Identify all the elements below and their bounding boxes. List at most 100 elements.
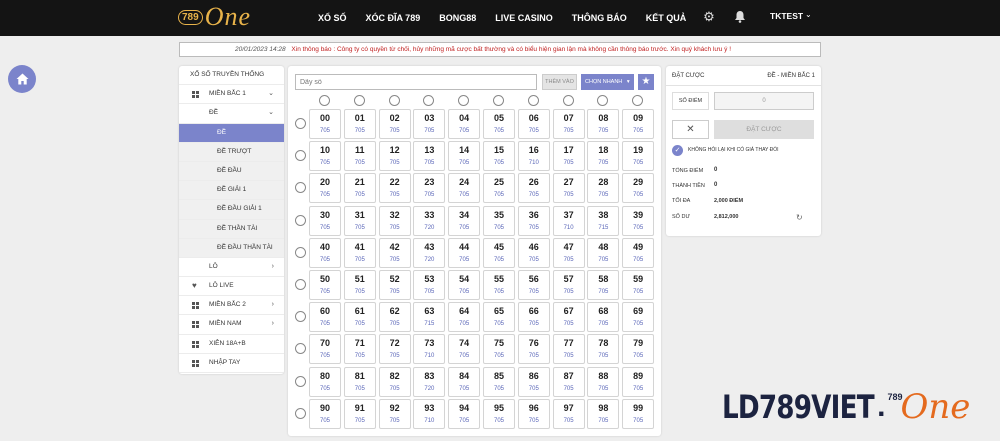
number-cell[interactable]: 80 705: [309, 366, 341, 397]
number-cell[interactable]: 89 705: [622, 366, 655, 397]
column-radio[interactable]: [562, 95, 574, 106]
sidebar-item[interactable]: ĐỀ: [179, 123, 284, 143]
sidebar-item[interactable]: ĐỀ ⌄: [179, 104, 284, 124]
column-radio[interactable]: [527, 95, 539, 106]
sidebar-item[interactable]: MIỀN BẮC 1 ⌄: [179, 85, 284, 105]
number-cell[interactable]: 03 705: [413, 109, 446, 139]
number-cell[interactable]: 31 705: [343, 205, 376, 236]
number-cell[interactable]: 61 705: [343, 302, 376, 333]
number-cell[interactable]: 63 715: [413, 302, 446, 333]
number-cell[interactable]: 94 705: [448, 398, 481, 429]
nav-xo-so[interactable]: XỔ SỐ: [318, 13, 347, 23]
gear-icon[interactable]: ⚙: [702, 10, 716, 24]
number-cell[interactable]: 72 705: [378, 334, 411, 365]
sidebar-item[interactable]: ĐỀ GIẢI 1: [179, 181, 284, 201]
number-cell[interactable]: 53 705: [413, 270, 446, 300]
sidebar-item[interactable]: ĐỀ ĐẦU: [179, 161, 284, 182]
column-radio[interactable]: [353, 95, 365, 106]
number-cell[interactable]: 75 705: [483, 334, 515, 365]
number-cell[interactable]: 27 705: [552, 173, 585, 204]
number-cell[interactable]: 76 705: [517, 334, 550, 365]
number-cell[interactable]: 90 705: [309, 398, 341, 429]
number-cell[interactable]: 91 705: [343, 398, 376, 429]
number-cell[interactable]: 42 705: [378, 237, 411, 268]
number-cell[interactable]: 38 715: [587, 205, 620, 236]
number-cell[interactable]: 82 705: [378, 366, 411, 397]
column-radio[interactable]: [319, 95, 330, 106]
number-cell[interactable]: 21 705: [343, 173, 376, 204]
number-cell[interactable]: 65 705: [483, 302, 515, 333]
quick-select-button[interactable]: CHỌN NHANH ▾: [581, 74, 634, 90]
number-sequence-input[interactable]: [295, 74, 537, 90]
number-cell[interactable]: 11 705: [343, 141, 376, 172]
number-cell[interactable]: 37 710: [552, 205, 585, 236]
number-cell[interactable]: 68 705: [587, 302, 620, 333]
number-cell[interactable]: 29 705: [622, 173, 655, 204]
number-cell[interactable]: 00 705: [309, 109, 341, 139]
number-cell[interactable]: 45 705: [483, 237, 515, 268]
column-radio[interactable]: [632, 95, 644, 106]
number-cell[interactable]: 41 705: [343, 237, 376, 268]
number-cell[interactable]: 81 705: [343, 366, 376, 397]
number-cell[interactable]: 87 705: [552, 366, 585, 397]
number-cell[interactable]: 30 705: [309, 205, 341, 236]
number-cell[interactable]: 32 705: [378, 205, 411, 236]
number-cell[interactable]: 54 705: [448, 270, 481, 300]
number-cell[interactable]: 77 705: [552, 334, 585, 365]
sidebar-item[interactable]: NHẬP TAY: [179, 354, 284, 373]
nav-bong88[interactable]: BONG88: [439, 13, 476, 23]
number-cell[interactable]: 26 705: [517, 173, 550, 204]
row-radio[interactable]: [295, 246, 306, 258]
number-cell[interactable]: 48 705: [587, 237, 620, 268]
number-cell[interactable]: 23 705: [413, 173, 446, 204]
number-cell[interactable]: 18 705: [587, 141, 620, 172]
column-radio[interactable]: [388, 95, 400, 106]
number-cell[interactable]: 86 705: [517, 366, 550, 397]
number-cell[interactable]: 14 705: [448, 141, 481, 172]
number-cell[interactable]: 83 720: [413, 366, 446, 397]
number-cell[interactable]: 85 705: [483, 366, 515, 397]
number-cell[interactable]: 51 705: [343, 270, 376, 300]
column-radio[interactable]: [458, 95, 470, 106]
row-radio[interactable]: [295, 214, 306, 226]
number-cell[interactable]: 05 705: [483, 109, 515, 139]
sidebar-item[interactable]: MIỀN BẮC 2 ›: [179, 296, 284, 316]
number-cell[interactable]: 15 705: [483, 141, 515, 172]
sidebar-item[interactable]: ĐỀ THẦN TÀI: [179, 219, 284, 239]
number-cell[interactable]: 24 705: [448, 173, 481, 204]
number-cell[interactable]: 99 705: [622, 398, 655, 429]
check-icon[interactable]: ✓: [672, 145, 683, 156]
row-radio[interactable]: [295, 118, 306, 129]
number-cell[interactable]: 96 705: [517, 398, 550, 429]
sidebar-item[interactable]: ĐỀ ĐẦU GIẢI 1: [179, 200, 284, 220]
logo[interactable]: 789 One: [178, 4, 251, 30]
number-cell[interactable]: 57 705: [552, 270, 585, 300]
number-cell[interactable]: 47 705: [552, 237, 585, 268]
add-button[interactable]: THÊM VÀO: [542, 74, 577, 90]
number-cell[interactable]: 46 705: [517, 237, 550, 268]
number-cell[interactable]: 06 705: [517, 109, 550, 139]
number-cell[interactable]: 95 705: [483, 398, 515, 429]
sidebar-item[interactable]: ĐỀ ĐẦU THẦN TÀI: [179, 238, 284, 258]
number-cell[interactable]: 16 710: [517, 141, 550, 172]
place-bet-button[interactable]: ĐẶT CƯỢC: [714, 120, 814, 139]
number-cell[interactable]: 43 720: [413, 237, 446, 268]
number-cell[interactable]: 04 705: [448, 109, 481, 139]
number-cell[interactable]: 71 705: [343, 334, 376, 365]
column-radio[interactable]: [423, 95, 435, 106]
number-cell[interactable]: 09 705: [622, 109, 655, 139]
number-cell[interactable]: 40 705: [309, 237, 341, 268]
number-cell[interactable]: 52 705: [378, 270, 411, 300]
sidebar-item[interactable]: ♥ LÔ LIVE: [179, 277, 284, 297]
row-radio[interactable]: [295, 150, 306, 162]
number-cell[interactable]: 93 710: [413, 398, 446, 429]
number-cell[interactable]: 28 705: [587, 173, 620, 204]
number-cell[interactable]: 49 705: [622, 237, 655, 268]
refresh-icon[interactable]: ↻: [796, 213, 803, 222]
number-cell[interactable]: 60 705: [309, 302, 341, 333]
number-cell[interactable]: 78 705: [587, 334, 620, 365]
number-cell[interactable]: 58 705: [587, 270, 620, 300]
number-cell[interactable]: 84 705: [448, 366, 481, 397]
number-cell[interactable]: 36 705: [517, 205, 550, 236]
number-cell[interactable]: 34 705: [448, 205, 481, 236]
